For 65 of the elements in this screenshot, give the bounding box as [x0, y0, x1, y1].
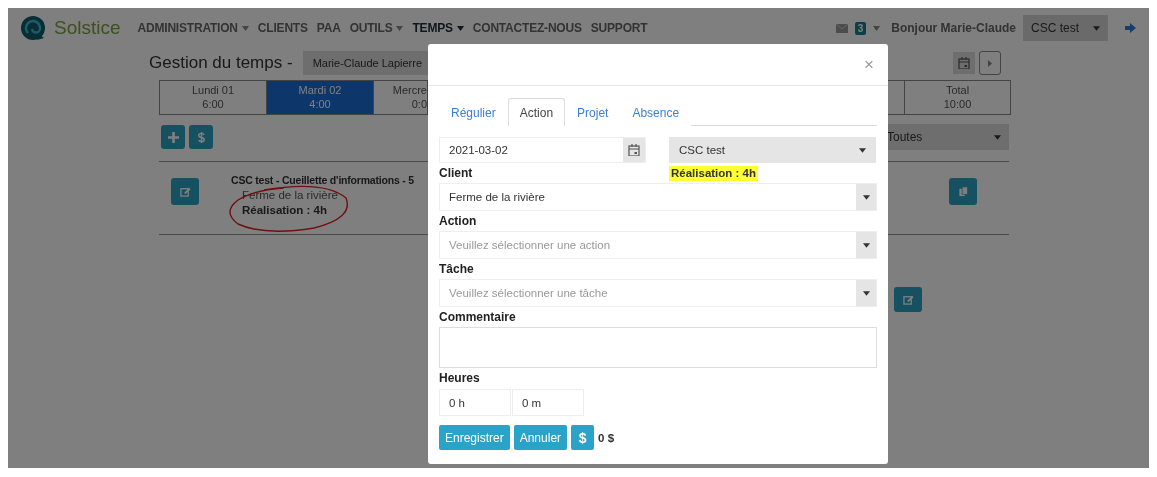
field-label: Heures [439, 371, 481, 386]
brand-name[interactable]: Solstice [54, 17, 121, 39]
calendar-button[interactable] [953, 52, 975, 74]
field-label: Commentaire [439, 310, 517, 325]
next-button[interactable] [979, 51, 1001, 75]
entry-realisation: Réalisation : 4h [242, 203, 328, 218]
filter-select[interactable]: Toutes [887, 124, 1009, 150]
sign-out-icon[interactable] [1125, 22, 1137, 34]
edit-icon [179, 186, 191, 197]
minutes-field[interactable]: 0 m [512, 389, 584, 416]
caret-right-icon [988, 59, 992, 67]
account-select[interactable]: CSC test [1023, 15, 1108, 41]
greeting-text: Bonjour Marie-Claude [891, 21, 1016, 35]
message-count-badge: 3 [854, 21, 867, 35]
add-button[interactable] [161, 125, 185, 149]
amount-text: 0 $ [598, 431, 615, 444]
menu-item[interactable]: SUPPORT [590, 21, 648, 35]
menu-item[interactable]: ADMINISTRATION [137, 21, 249, 35]
caret-icon [396, 25, 404, 31]
plus-icon [167, 131, 179, 143]
caret-icon[interactable] [873, 25, 881, 31]
edit-button[interactable] [171, 178, 199, 205]
dropdown-arrow-icon [862, 242, 870, 248]
caret-icon [456, 25, 464, 31]
edit-icon [902, 294, 914, 305]
action-button[interactable]: Enregistrer [439, 425, 510, 450]
dropdown-arrow-icon [1093, 25, 1100, 31]
caret-icon [241, 25, 249, 31]
copy-button[interactable] [949, 178, 977, 205]
calendar-icon [628, 144, 640, 156]
dropdown-arrow-icon [862, 194, 870, 200]
close-button[interactable]: × [862, 54, 876, 75]
hours-field[interactable]: 0 h [439, 389, 511, 416]
dollar-icon [195, 131, 207, 143]
menu-item[interactable]: CONTACTEZ-NOUS [472, 21, 582, 35]
field-label: Client [439, 166, 474, 181]
realisation-text: Réalisation : 4h [669, 166, 758, 181]
entry-client: Ferme de la rivière [242, 188, 339, 203]
action-button[interactable]: Annuler [513, 425, 568, 450]
select-field[interactable]: Veuillez sélectionner une tâche [439, 279, 877, 307]
select-field[interactable]: Ferme de la rivière [439, 183, 877, 211]
field-label: Tâche [439, 262, 475, 277]
page-title: Gestion du temps - [149, 53, 293, 73]
comment-field[interactable] [439, 327, 877, 368]
mail-icon[interactable] [835, 23, 848, 33]
select-field[interactable]: Veuillez sélectionner une action [439, 231, 877, 259]
dropdown-arrow-icon [994, 134, 1001, 140]
entry-title: CSC test - Cueillette d'informations - 5 [231, 173, 414, 188]
tab[interactable]: Action [507, 98, 566, 126]
copy-icon [957, 186, 969, 197]
menu-item[interactable]: CLIENTS [257, 21, 308, 35]
menu-item[interactable]: PAA [316, 21, 341, 35]
field-label: Action [439, 214, 478, 229]
dropdown-arrow-icon [862, 290, 870, 296]
menu-item[interactable]: TEMPS [412, 21, 464, 35]
dollar-button[interactable]: $ [571, 425, 595, 450]
menu-item[interactable]: OUTILS [349, 21, 404, 35]
calendar-icon [958, 57, 970, 69]
day-cell[interactable]: Mardi 02 4:00 [267, 81, 374, 114]
logo-icon [20, 15, 46, 41]
dropdown-arrow-icon [859, 147, 866, 153]
project-select[interactable]: CSC test [669, 137, 876, 163]
edit-button[interactable] [894, 287, 922, 312]
date-field[interactable]: 2021-03-02 [439, 137, 646, 163]
expense-button[interactable] [189, 125, 213, 149]
